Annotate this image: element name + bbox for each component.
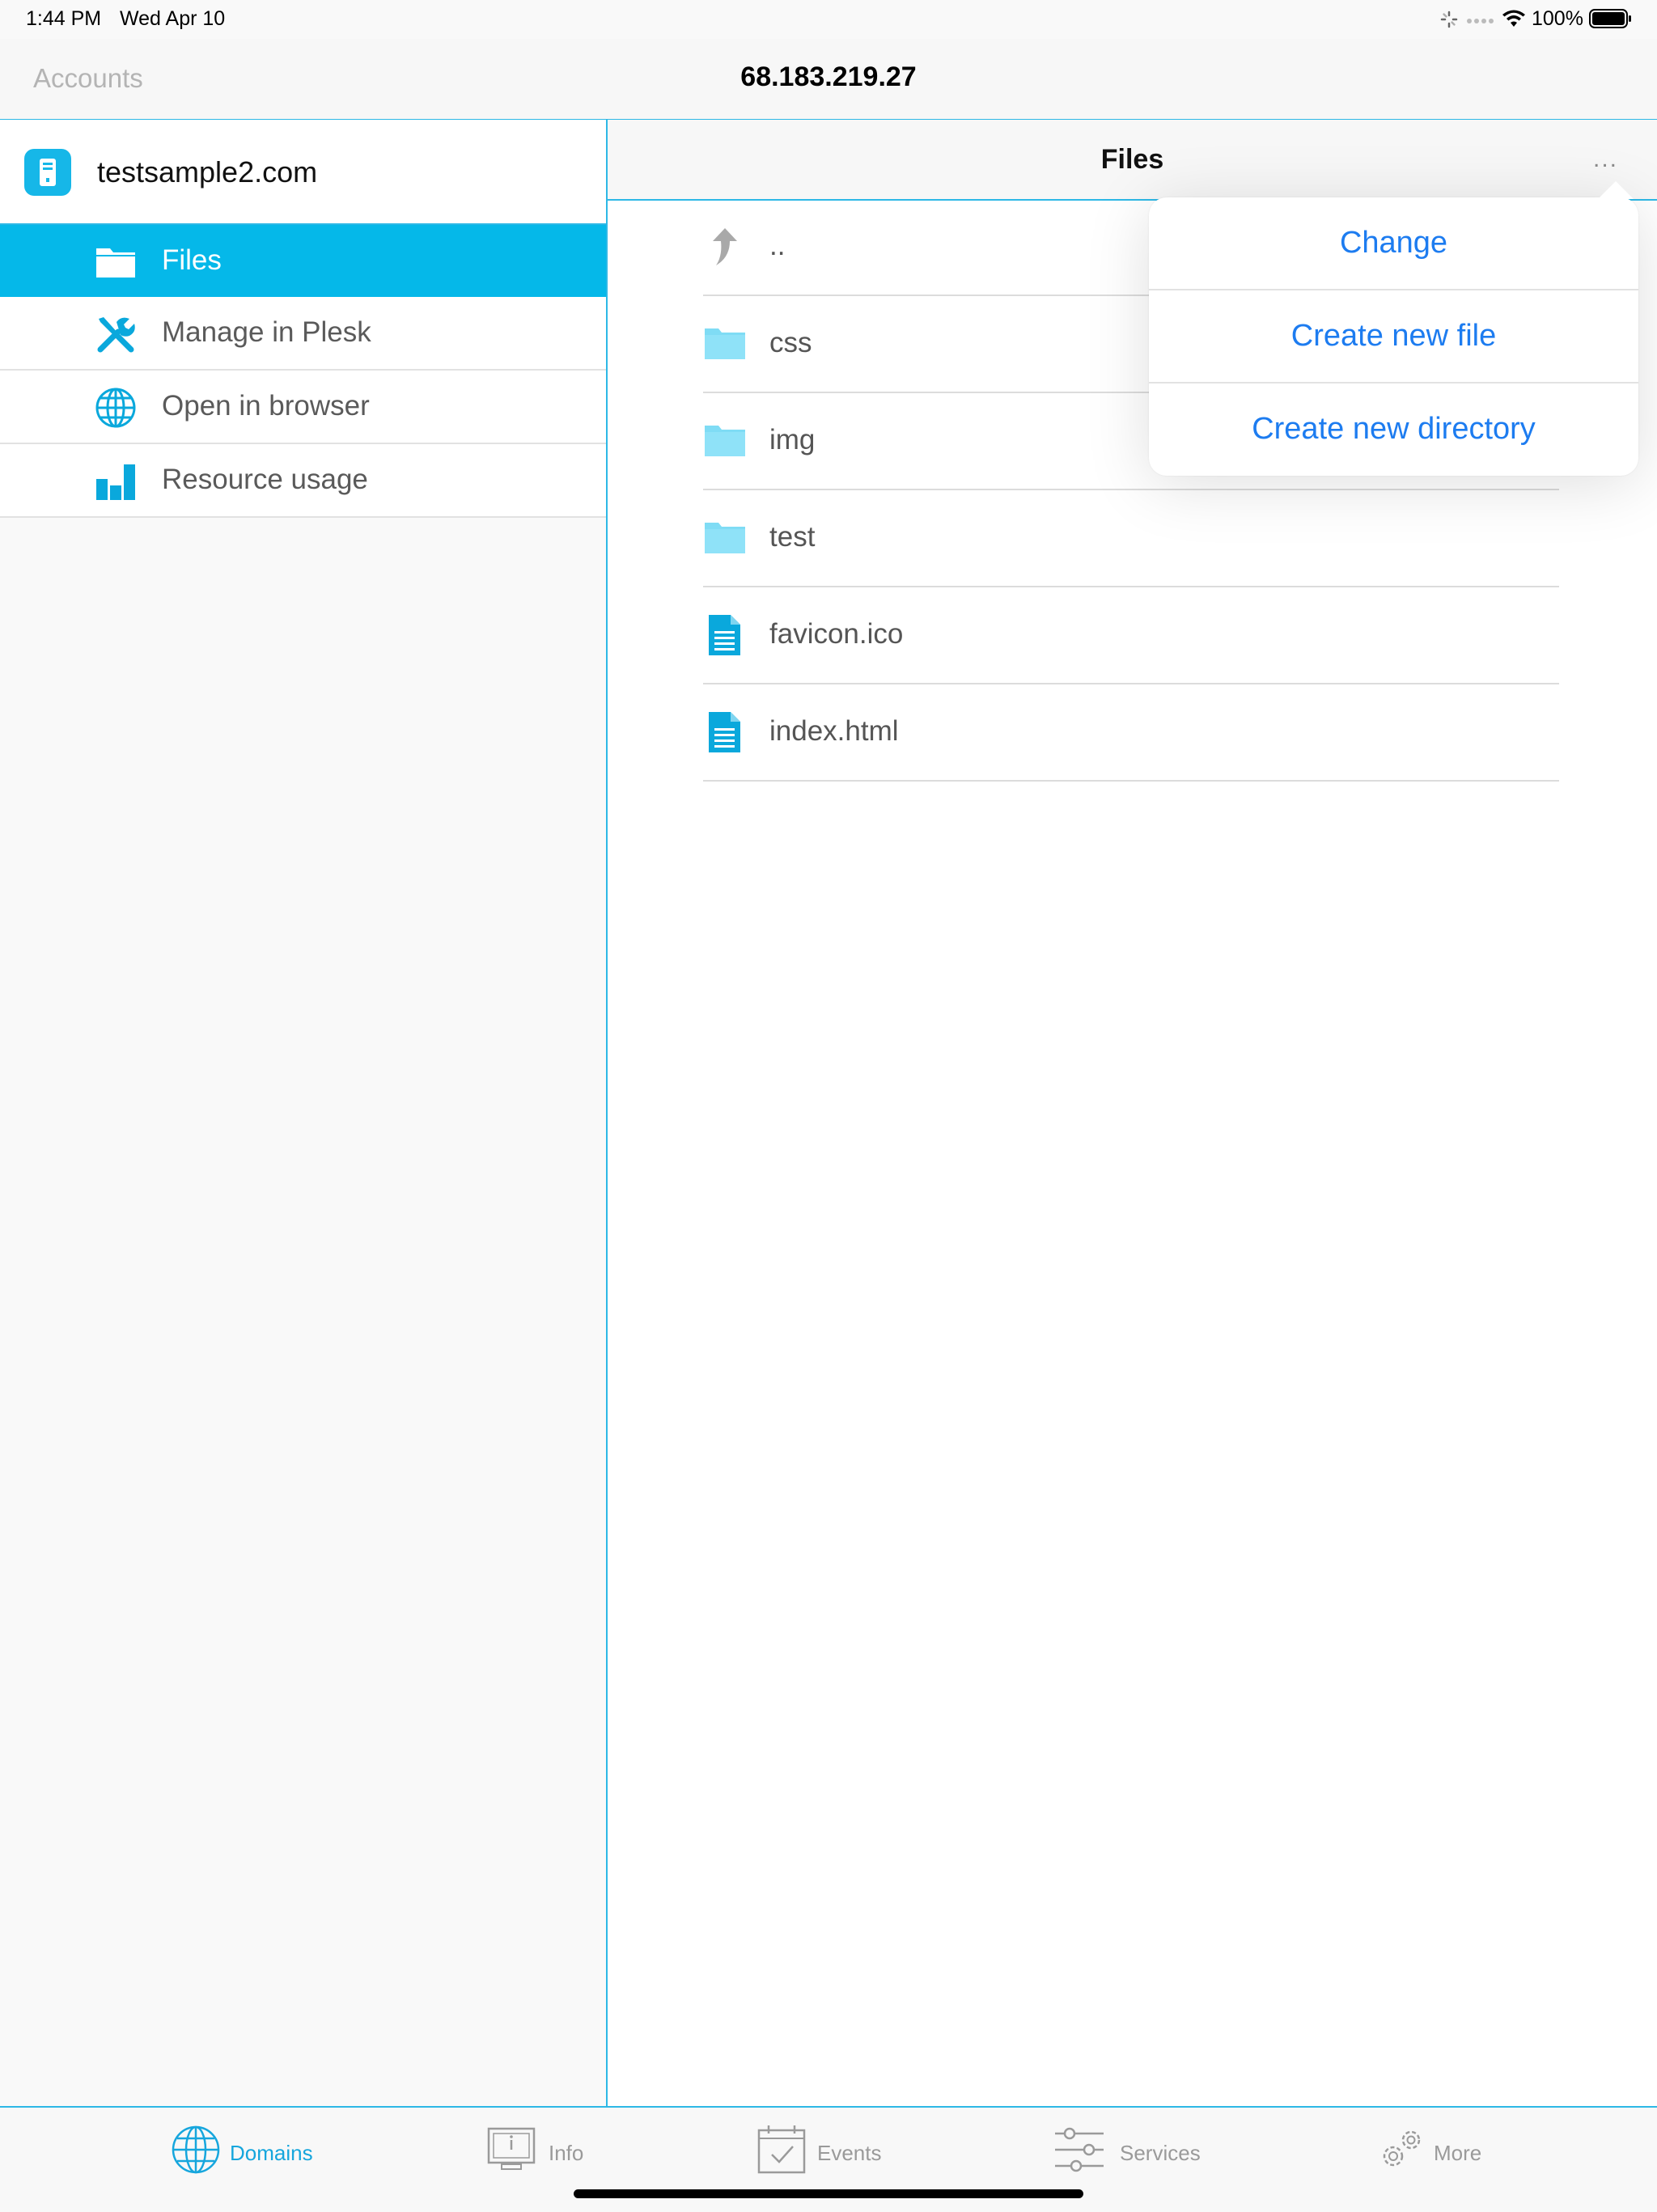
actions-popover: Change Create new file Create new direct… (1149, 181, 1638, 476)
wifi-icon (1502, 10, 1525, 27)
file-name: img (769, 424, 816, 456)
battery-percent: 100% (1532, 7, 1583, 30)
file-row-folder[interactable]: test (703, 490, 1559, 587)
gears-icon (1383, 2130, 1421, 2167)
folder-icon (96, 248, 135, 278)
folder-icon (705, 426, 745, 456)
tab-more[interactable]: More (1375, 2124, 1505, 2180)
up-arrow-icon (713, 228, 737, 265)
tab-label: Services (1120, 2141, 1201, 2165)
file-name: favicon.ico (769, 618, 904, 650)
server-title: 68.183.219.27 (740, 61, 917, 92)
sliders-icon (1055, 2127, 1104, 2172)
top-navigation-bar: Accounts 68.183.219.27 (0, 39, 1657, 121)
domain-header[interactable]: testsample2.com (0, 120, 606, 225)
signal-icon (1467, 19, 1494, 23)
globe-icon (172, 2125, 220, 2174)
popover-arrow (1598, 181, 1634, 199)
bar-chart-icon (96, 464, 135, 500)
sidebar-item-manage-in-plesk[interactable]: Manage in Plesk (0, 297, 606, 371)
sidebar-item-label: Files (162, 244, 222, 276)
monitor-icon (487, 2127, 536, 2170)
file-row-file[interactable]: favicon.ico (703, 587, 1559, 684)
tab-label: Events (817, 2141, 882, 2165)
battery-icon (1589, 9, 1631, 28)
sidebar: testsample2.com Files Manage in Plesk Op… (0, 120, 608, 2106)
sidebar-item-label: Resource usage (162, 464, 368, 495)
status-time: 1:44 PM (26, 7, 102, 30)
tab-label: Info (549, 2141, 584, 2165)
tab-domains[interactable]: Domains (170, 2124, 332, 2180)
activity-spinner-icon (1440, 11, 1458, 28)
page-title: Files (1100, 144, 1164, 175)
more-options-button[interactable]: ... (1593, 146, 1618, 173)
file-name: .. (769, 230, 786, 261)
calendar-check-icon (757, 2125, 806, 2174)
tools-icon (97, 317, 135, 353)
folder-icon (705, 523, 745, 553)
tab-label: More (1434, 2141, 1482, 2165)
sidebar-item-label: Open in browser (162, 390, 370, 422)
sidebar-item-files[interactable]: Files (0, 225, 606, 297)
tab-label: Domains (230, 2141, 313, 2165)
folder-icon (705, 328, 745, 359)
file-name: css (769, 327, 812, 358)
document-icon (709, 712, 740, 752)
tab-info[interactable]: Info (485, 2124, 615, 2180)
file-name: test (769, 521, 816, 553)
status-bar: 1:44 PM Wed Apr 10 100% (0, 0, 1657, 39)
files-header: Files ... (608, 120, 1657, 201)
server-icon (24, 149, 71, 196)
globe-icon (95, 388, 136, 428)
status-date: Wed Apr 10 (120, 7, 226, 30)
create-new-file-button[interactable]: Create new file (1149, 290, 1638, 383)
sidebar-item-label: Manage in Plesk (162, 316, 371, 348)
create-new-directory-button[interactable]: Create new directory (1149, 383, 1638, 475)
change-button[interactable]: Change (1149, 197, 1638, 290)
document-icon (709, 615, 740, 655)
file-name: index.html (769, 715, 899, 747)
tab-services[interactable]: Services (1053, 2124, 1215, 2180)
sidebar-item-open-in-browser[interactable]: Open in browser (0, 371, 606, 444)
sidebar-item-resource-usage[interactable]: Resource usage (0, 444, 606, 518)
tab-events[interactable]: Events (756, 2124, 893, 2180)
domain-name: testsample2.com (97, 155, 318, 189)
file-row-file[interactable]: index.html (703, 684, 1559, 782)
home-indicator (574, 2189, 1083, 2198)
